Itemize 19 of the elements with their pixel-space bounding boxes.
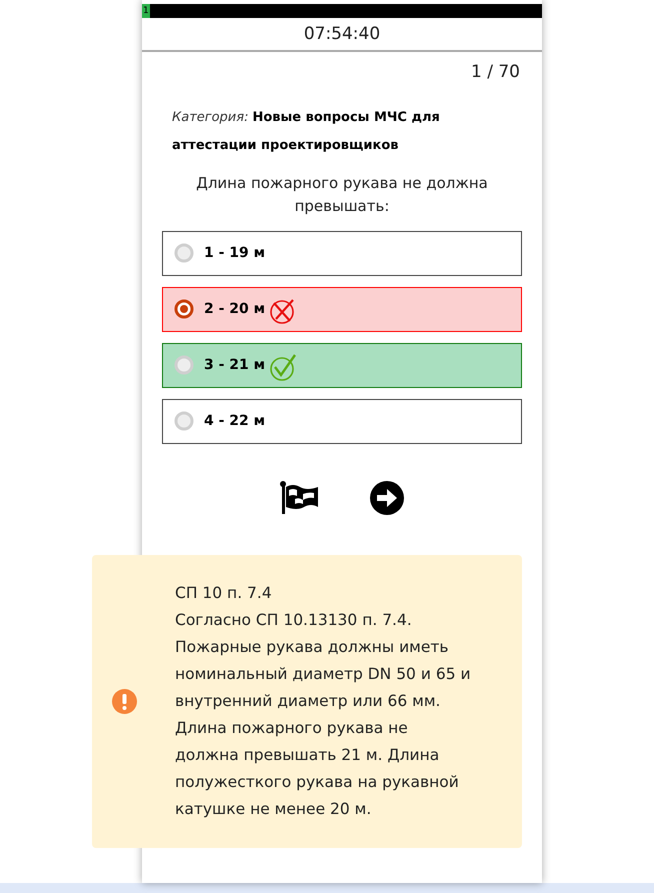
question-counter: 1 / 70: [471, 61, 520, 84]
explanation-title: СП 10 п. 7.4: [175, 583, 273, 604]
answer-option[interactable]: 3 - 21 м: [162, 342, 522, 388]
exclamation-icon: [112, 689, 137, 714]
timer: 07:54:40: [142, 18, 542, 52]
option-label: 4 - 22 м: [204, 412, 266, 430]
option-label: 2 - 20 м: [204, 300, 266, 318]
category-text: Категория: Новые вопросы МЧС для аттестации проектировщиков: [172, 108, 441, 154]
option-label: 1 - 19 м: [204, 244, 266, 262]
answer-option[interactable]: 4 - 22 м: [162, 398, 522, 444]
option-label: 3 - 21 м: [204, 356, 266, 374]
progress-marker: 1: [142, 4, 150, 18]
question-text: Длина пожарного рукава не должна превышать:: [195, 172, 489, 216]
checkmark-icon: [269, 353, 298, 381]
checkered-flag-icon[interactable]: [279, 480, 321, 516]
explanation-text: Согласно СП 10.13130 п. 7.4. Пожарные рукава должны иметь номинальный диаметр DN 50 и 65 и внутренний диаметр или 66 мм. Длина пожарного рукава не должна превышать 21 м. Длина полужесткого рукава на рукавной катушке не менее 20 м.: [175, 610, 472, 820]
radio-button[interactable]: [174, 299, 194, 319]
answer-option[interactable]: 1 - 19 м: [162, 230, 522, 276]
answer-option[interactable]: 2 - 20 м: [162, 286, 522, 332]
